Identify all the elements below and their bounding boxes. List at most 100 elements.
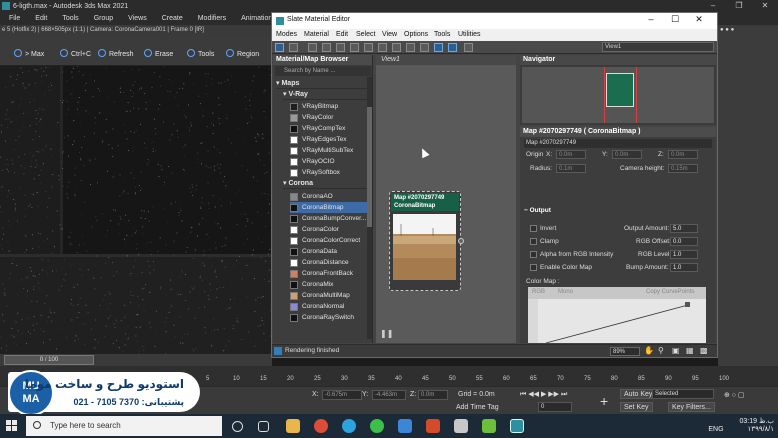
slate-menu-utilities[interactable]: Utilities xyxy=(458,31,481,38)
menu-animation[interactable]: Animation xyxy=(241,15,272,22)
list-item[interactable]: CoronaColor xyxy=(290,224,368,235)
chrome-icon[interactable] xyxy=(314,419,328,433)
system-tray[interactable]: ENG 03:19 ب.ظ ۱۳۹۹/۸/۱ xyxy=(708,417,774,433)
vfb-erase-button[interactable]: Erase xyxy=(144,49,173,58)
file-explorer-icon[interactable] xyxy=(286,419,300,433)
layout-all-icon[interactable] xyxy=(406,43,415,52)
app-icon-2[interactable] xyxy=(426,419,440,433)
menu-group[interactable]: Group xyxy=(94,15,113,22)
max-minimize-icon[interactable]: – xyxy=(700,0,726,12)
list-item[interactable]: CoronaNormal xyxy=(290,301,368,312)
list-item[interactable]: VRaySoftbox xyxy=(290,167,368,178)
list-item[interactable]: CoronaBumpConver... xyxy=(290,213,368,224)
color-map-curve-editor[interactable]: RGB Mono Copy CurvePoints xyxy=(528,287,706,343)
delete-icon[interactable] xyxy=(336,43,345,52)
origin-y-field[interactable]: 0.0m xyxy=(612,150,642,159)
zoom-extents-icon[interactable]: ▦ xyxy=(686,346,694,355)
group-vray[interactable]: ▾ V-Ray xyxy=(283,90,367,100)
auto-key-button[interactable]: Auto Key xyxy=(620,389,657,399)
vfb-refresh-button[interactable]: Refresh xyxy=(98,49,134,58)
menu-edit[interactable]: Edit xyxy=(35,15,47,22)
pick-material-icon[interactable] xyxy=(289,43,298,52)
group-corona[interactable]: ▾ Corona xyxy=(283,179,367,189)
list-item[interactable]: CoronaRaySwitch xyxy=(290,312,368,323)
time-slider[interactable]: 0 / 100 xyxy=(0,354,272,366)
select-by-material-icon[interactable] xyxy=(464,43,473,52)
playback-controls[interactable]: ⏮ ◀◀ ▶ ▶▶ ⏭ xyxy=(520,390,567,399)
zoom-icon[interactable]: ⚲ xyxy=(658,346,664,355)
view-tab[interactable]: View1 xyxy=(376,55,516,65)
menu-tools[interactable]: Tools xyxy=(62,15,78,22)
output-rollout-title[interactable]: − Output xyxy=(524,207,551,214)
list-item[interactable]: VRayMultiSubTex xyxy=(290,145,368,156)
select-tool-icon[interactable] xyxy=(275,43,284,52)
time-slider-thumb[interactable]: 0 / 100 xyxy=(4,355,94,365)
app-icon-1[interactable] xyxy=(398,419,412,433)
selection-set-dropdown[interactable]: Selected xyxy=(652,389,714,399)
coord-z-field[interactable]: 0.0m xyxy=(418,390,448,400)
move-children-icon[interactable] xyxy=(350,43,359,52)
max-restore-icon[interactable]: ❐ xyxy=(726,0,752,12)
slate-maximize-icon[interactable]: ☐ xyxy=(663,14,687,25)
max-close-icon[interactable]: ✕ xyxy=(752,0,778,12)
3dsmax-taskbar-icon[interactable] xyxy=(510,419,524,433)
list-item[interactable]: VRayColor xyxy=(290,112,368,123)
coord-x-field[interactable]: -0.675m xyxy=(322,390,362,400)
navigator-canvas[interactable] xyxy=(522,67,714,123)
alpha-rgb-checkbox[interactable] xyxy=(530,251,537,258)
telegram-icon[interactable] xyxy=(342,419,356,433)
layout-children-icon[interactable] xyxy=(420,43,429,52)
add-time-tag-button[interactable]: Add Time Tag xyxy=(456,404,499,411)
list-item[interactable]: VRayEdgesTex xyxy=(290,134,368,145)
menu-views[interactable]: Views xyxy=(128,15,147,22)
assign-material-icon[interactable] xyxy=(322,43,331,52)
current-frame-field[interactable]: 0 xyxy=(538,402,572,412)
slate-minimize-icon[interactable]: – xyxy=(639,14,663,25)
group-maps[interactable]: ▾ Maps xyxy=(276,79,372,89)
hide-unused-icon[interactable] xyxy=(364,43,373,52)
render-view[interactable] xyxy=(0,66,272,354)
browser-scroll-thumb[interactable] xyxy=(367,107,372,227)
origin-x-field[interactable]: 0.0m xyxy=(556,150,586,159)
app-icon-3[interactable] xyxy=(454,419,468,433)
task-view-icon[interactable] xyxy=(258,421,269,432)
list-item[interactable]: VRayBitmap xyxy=(290,101,368,112)
rgb-offset-spinner[interactable]: 0.0 xyxy=(670,237,698,246)
add-key-icon[interactable]: + xyxy=(600,393,608,409)
list-item[interactable]: CoronaMix xyxy=(290,279,368,290)
invert-checkbox[interactable] xyxy=(530,225,537,232)
parameter-editor-toggle-icon[interactable] xyxy=(448,43,457,52)
node-header[interactable]: Map #2070297749 CoronaBitmap xyxy=(391,193,459,211)
pause-icon[interactable]: ❚❚ xyxy=(380,329,393,338)
node-view[interactable]: View1 Map #2070297749 CoronaBitmap ❚❚ xyxy=(376,55,516,343)
menu-modifiers[interactable]: Modifiers xyxy=(198,15,226,22)
vfb-region-button[interactable]: Region xyxy=(226,49,259,58)
taskbar-search-input[interactable]: Type here to search xyxy=(26,416,222,436)
slate-menu-options[interactable]: Options xyxy=(404,31,428,38)
coord-y-field[interactable]: -4.463m xyxy=(372,390,406,400)
node-output-port[interactable] xyxy=(458,238,464,244)
list-item[interactable]: CoronaFrontBack xyxy=(290,268,368,279)
output-amount-spinner[interactable]: 5.0 xyxy=(670,224,698,233)
key-filters-button[interactable]: Key Filters... xyxy=(668,402,715,412)
slate-menu-modes[interactable]: Modes xyxy=(276,31,297,38)
rgb-radio[interactable]: RGB xyxy=(532,289,545,295)
slate-menu-select[interactable]: Select xyxy=(356,31,375,38)
view-dropdown[interactable]: View1 xyxy=(602,42,714,52)
viewport-nav-icons[interactable]: ⊕ ○ ▢ xyxy=(724,391,745,399)
show-background-icon[interactable] xyxy=(392,43,401,52)
list-item[interactable]: VRayCompTex xyxy=(290,123,368,134)
zoom-extents-selected-icon[interactable]: ▩ xyxy=(700,346,708,355)
material-node[interactable]: Map #2070297749 CoronaBitmap xyxy=(389,191,464,291)
list-item[interactable]: CoronaColorCorrect xyxy=(290,235,368,246)
camera-height-field[interactable]: 0.15m xyxy=(668,164,698,173)
rgb-level-spinner[interactable]: 1.0 xyxy=(670,250,698,259)
pan-icon[interactable]: ✋ xyxy=(644,346,654,355)
slate-menu-tools[interactable]: Tools xyxy=(434,31,450,38)
list-item[interactable]: CoronaData xyxy=(290,246,368,257)
list-item[interactable]: CoronaMultiMap xyxy=(290,290,368,301)
map-name-field[interactable]: Map #2070297749 xyxy=(524,139,712,148)
app-icon-4[interactable] xyxy=(482,419,496,433)
zoom-region-icon[interactable]: ▣ xyxy=(672,346,680,355)
set-key-button[interactable]: Set Key xyxy=(620,402,653,412)
